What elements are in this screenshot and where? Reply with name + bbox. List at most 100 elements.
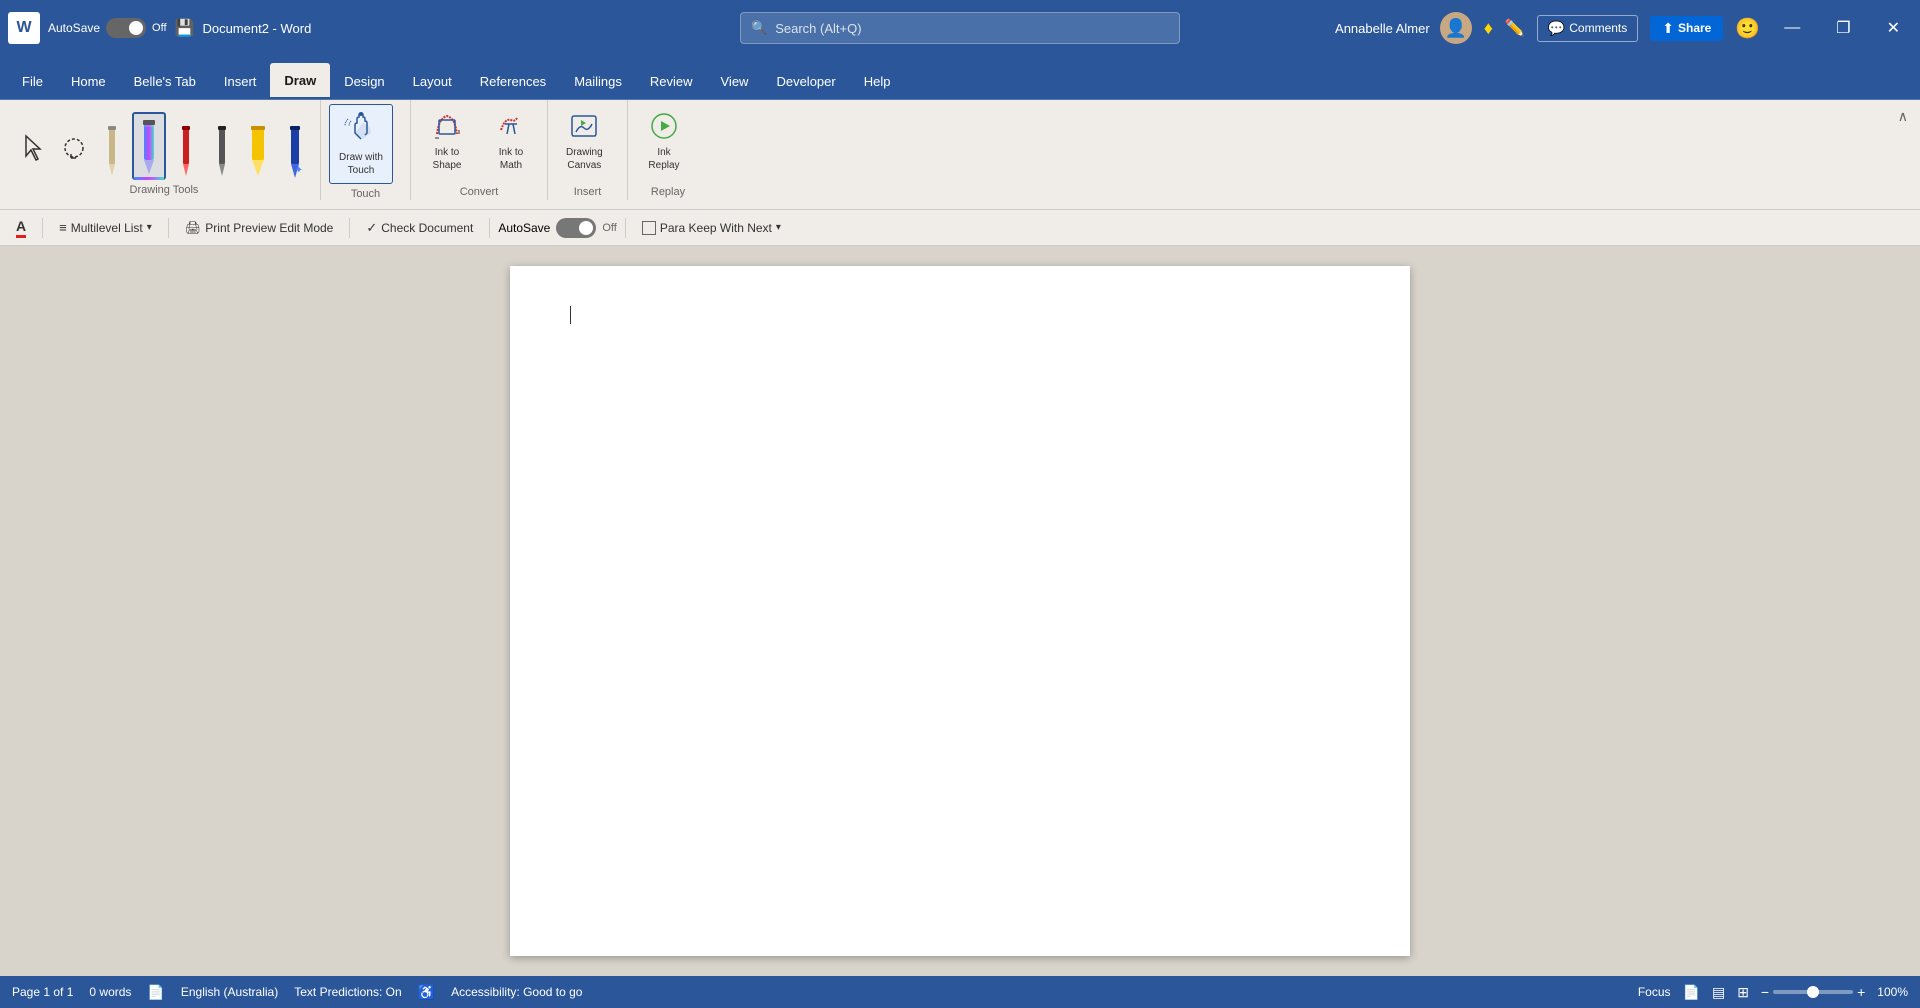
view-mode-icon3[interactable]: ⊞ [1737,984,1749,1001]
check-document-label: Check Document [381,221,473,235]
zoom-minus[interactable]: − [1761,984,1769,1000]
maximize-button[interactable]: ❐ [1824,0,1862,56]
drawing-canvas-icon [568,110,600,142]
zoom-track[interactable] [1773,990,1853,994]
ink-to-shape-button[interactable]: Ink toShape [419,104,475,182]
text-predictions: Text Predictions: On [294,985,401,999]
pen4-button[interactable] [206,116,238,180]
status-bar: Page 1 of 1 0 words 📄 English (Australia… [0,976,1920,1008]
pen1-icon [105,126,119,178]
pen1-button[interactable] [96,116,128,180]
ink-to-shape-label: Ink toShape [433,146,462,172]
pen2-icon [141,120,157,176]
share-icon: ⬆ [1662,20,1674,37]
word-count: 0 words [89,985,131,999]
avatar[interactable]: 👤 [1440,12,1472,44]
menu-home[interactable]: Home [57,63,120,99]
search-bar[interactable]: 🔍 Search (Alt+Q) [740,12,1180,44]
autosave-toggle[interactable] [106,18,146,38]
menu-view[interactable]: View [707,63,763,99]
premium-icon[interactable]: ♦ [1484,18,1493,39]
accessibility-icon: ♿ [418,984,435,1001]
pen6-button[interactable]: ✦ [278,116,312,180]
comments-button[interactable]: 💬 Comments [1537,15,1638,42]
share-label: Share [1678,21,1711,35]
close-button[interactable]: ✕ [1875,0,1912,56]
ink-to-math-button[interactable]: Ink toMath [483,104,539,182]
status-icon: 📄 [147,984,164,1001]
menu-bar: File Home Belle's Tab Insert Draw Design… [0,56,1920,100]
menu-review[interactable]: Review [636,63,707,99]
ink-replay-button[interactable]: InkReplay [636,104,692,182]
autosave-toggle2[interactable] [556,218,596,238]
menu-design[interactable]: Design [330,63,398,99]
menu-developer[interactable]: Developer [762,63,849,99]
lasso-tool-button[interactable] [56,116,92,180]
document-page[interactable] [510,266,1410,956]
para-keep-dropdown-icon: ▾ [776,222,781,233]
menu-insert[interactable]: Insert [210,63,271,99]
ink-replay-label: InkReplay [648,146,679,172]
title-bar: W AutoSave Off 💾 Document2 - Word 🔍 Sear… [0,0,1920,56]
ribbon: ✦ Drawing Tools [0,100,1920,210]
zoom-thumb [1807,986,1819,998]
check-document-button[interactable]: ✓ Check Document [358,217,481,239]
ribbon-collapse-button[interactable]: ∧ [1894,104,1912,129]
multilevel-list-dropdown-icon: ▾ [147,222,152,233]
focus-button[interactable]: Focus [1638,985,1671,999]
touch-icon [343,111,379,147]
touch-label: Touch [329,188,402,204]
share-button[interactable]: ⬆ Share [1650,16,1723,41]
separator4 [489,218,490,238]
insert-label: Insert [556,186,619,202]
pen2-button[interactable] [132,112,166,180]
font-color-button[interactable]: A [8,215,34,241]
pen3-icon [179,126,193,178]
menu-references[interactable]: References [466,63,560,99]
drawing-canvas-label: DrawingCanvas [566,146,603,172]
pen4-icon [215,126,229,178]
view-mode-icon1[interactable]: 📄 [1683,984,1700,1001]
ribbon-drawing-tools: ✦ Drawing Tools [8,100,321,200]
user-area: Annabelle Almer 👤 [1335,12,1472,44]
convert-label: Convert [419,186,539,202]
menu-draw[interactable]: Draw [270,63,330,99]
check-document-icon: ✓ [366,220,377,236]
autosave-row: AutoSave Off [498,218,617,238]
search-icon: 🔍 [751,20,767,36]
text-cursor [570,306,571,324]
draw-with-touch-button[interactable]: Draw withTouch [329,104,393,184]
multilevel-list-label: Multilevel List [71,221,143,235]
autosave-area: AutoSave Off [48,18,167,38]
ink-to-math-icon [495,110,527,142]
menu-belles-tab[interactable]: Belle's Tab [120,63,210,99]
para-keep-checkbox-icon [642,221,656,235]
draw-with-touch-label: Draw withTouch [339,151,383,177]
save-button[interactable]: 💾 [175,18,195,38]
menu-file[interactable]: File [8,63,57,99]
multilevel-list-icon: ≡ [59,220,67,235]
zoom-level[interactable]: 100% [1877,985,1908,999]
para-keep-button[interactable]: Para Keep With Next ▾ [634,218,789,238]
select-tool-button[interactable] [16,116,52,180]
menu-layout[interactable]: Layout [399,63,466,99]
ink-to-shape-icon [431,110,463,142]
pen-icon[interactable]: ✏️ [1505,18,1525,38]
menu-mailings[interactable]: Mailings [560,63,636,99]
drawing-canvas-button[interactable]: DrawingCanvas [556,104,613,182]
print-preview-button[interactable]: 🖨 Print Preview Edit Mode [177,217,342,239]
document-area[interactable] [0,246,1920,976]
zoom-plus[interactable]: + [1857,984,1865,1000]
autosave-state: Off [152,22,166,34]
view-mode-icon2[interactable]: ▤ [1712,984,1725,1001]
minimize-button[interactable]: — [1772,0,1812,56]
pen3-button[interactable] [170,116,202,180]
emoji-button[interactable]: 🙂 [1735,16,1760,41]
autosave-label: AutoSave [48,21,100,35]
print-preview-label: Print Preview Edit Mode [205,221,333,235]
pen5-button[interactable] [242,116,274,180]
menu-help[interactable]: Help [850,63,905,99]
ribbon-convert-section: Ink toShape Ink toMath Convert [411,100,548,200]
multilevel-list-button[interactable]: ≡ Multilevel List ▾ [51,217,160,238]
arrow-cursor-icon [24,134,44,162]
